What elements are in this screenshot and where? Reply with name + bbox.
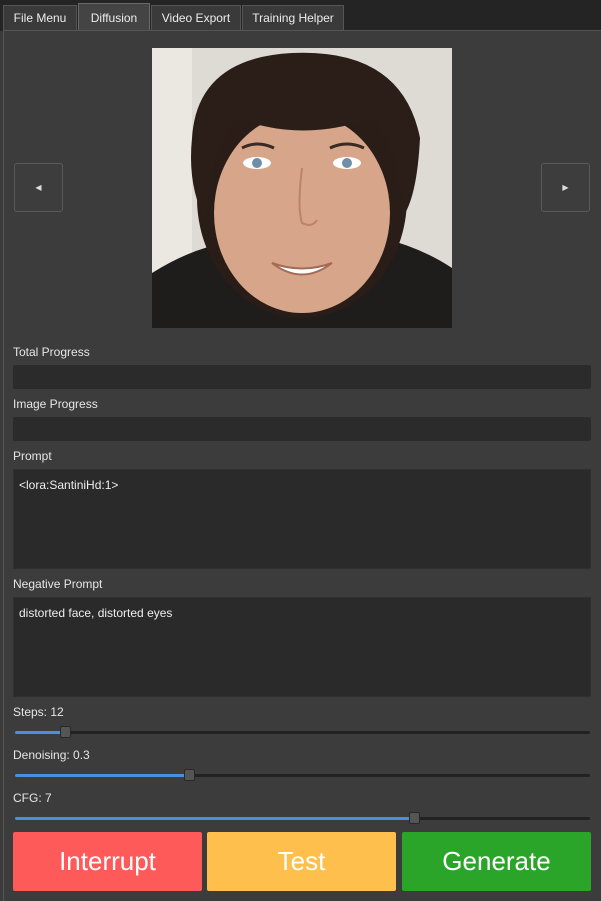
portrait-image <box>152 48 452 328</box>
cfg-label: CFG: 7 <box>13 791 52 805</box>
image-progress-bar <box>13 417 591 441</box>
tab-label: Video Export <box>161 11 231 25</box>
tab-video-export[interactable]: Video Export <box>151 5 241 30</box>
steps-slider[interactable] <box>15 725 590 739</box>
denoising-slider[interactable] <box>15 768 590 782</box>
slider-handle[interactable] <box>59 726 71 738</box>
prompt-label: Prompt <box>13 449 52 463</box>
tab-file-menu[interactable]: File Menu <box>3 5 77 30</box>
negative-prompt-input[interactable]: distorted face, distorted eyes <box>13 597 591 697</box>
tab-diffusion[interactable]: Diffusion <box>78 3 150 31</box>
cfg-slider[interactable] <box>15 811 590 825</box>
slider-handle[interactable] <box>184 769 196 781</box>
tab-training-helper[interactable]: Training Helper <box>242 5 344 30</box>
tab-label: Training Helper <box>252 11 334 25</box>
slider-fill <box>15 817 415 820</box>
arrow-left-icon: ◀ <box>35 183 42 192</box>
next-image-button[interactable]: ▶ <box>541 163 590 212</box>
slider-handle[interactable] <box>408 812 420 824</box>
slider-fill <box>15 774 191 777</box>
total-progress-bar <box>13 365 591 389</box>
interrupt-button[interactable]: Interrupt <box>13 832 202 891</box>
tab-label: Diffusion <box>90 10 138 25</box>
tab-label: File Menu <box>13 11 67 25</box>
tab-bar: File Menu Diffusion Video Export Trainin… <box>0 0 601 31</box>
test-button[interactable]: Test <box>207 832 396 891</box>
negative-prompt-label: Negative Prompt <box>13 577 103 591</box>
generated-image <box>152 48 452 328</box>
prompt-input[interactable]: <lora:SantiniHd:1> <box>13 469 591 569</box>
arrow-right-icon: ▶ <box>562 183 569 192</box>
image-progress-label: Image Progress <box>13 397 98 411</box>
previous-image-button[interactable]: ◀ <box>14 163 63 212</box>
generate-button[interactable]: Generate <box>402 832 591 891</box>
slider-track <box>15 731 590 734</box>
total-progress-label: Total Progress <box>13 345 90 359</box>
denoising-label: Denoising: 0.3 <box>13 748 90 762</box>
slider-fill <box>15 731 66 734</box>
steps-label: Steps: 12 <box>13 705 64 719</box>
